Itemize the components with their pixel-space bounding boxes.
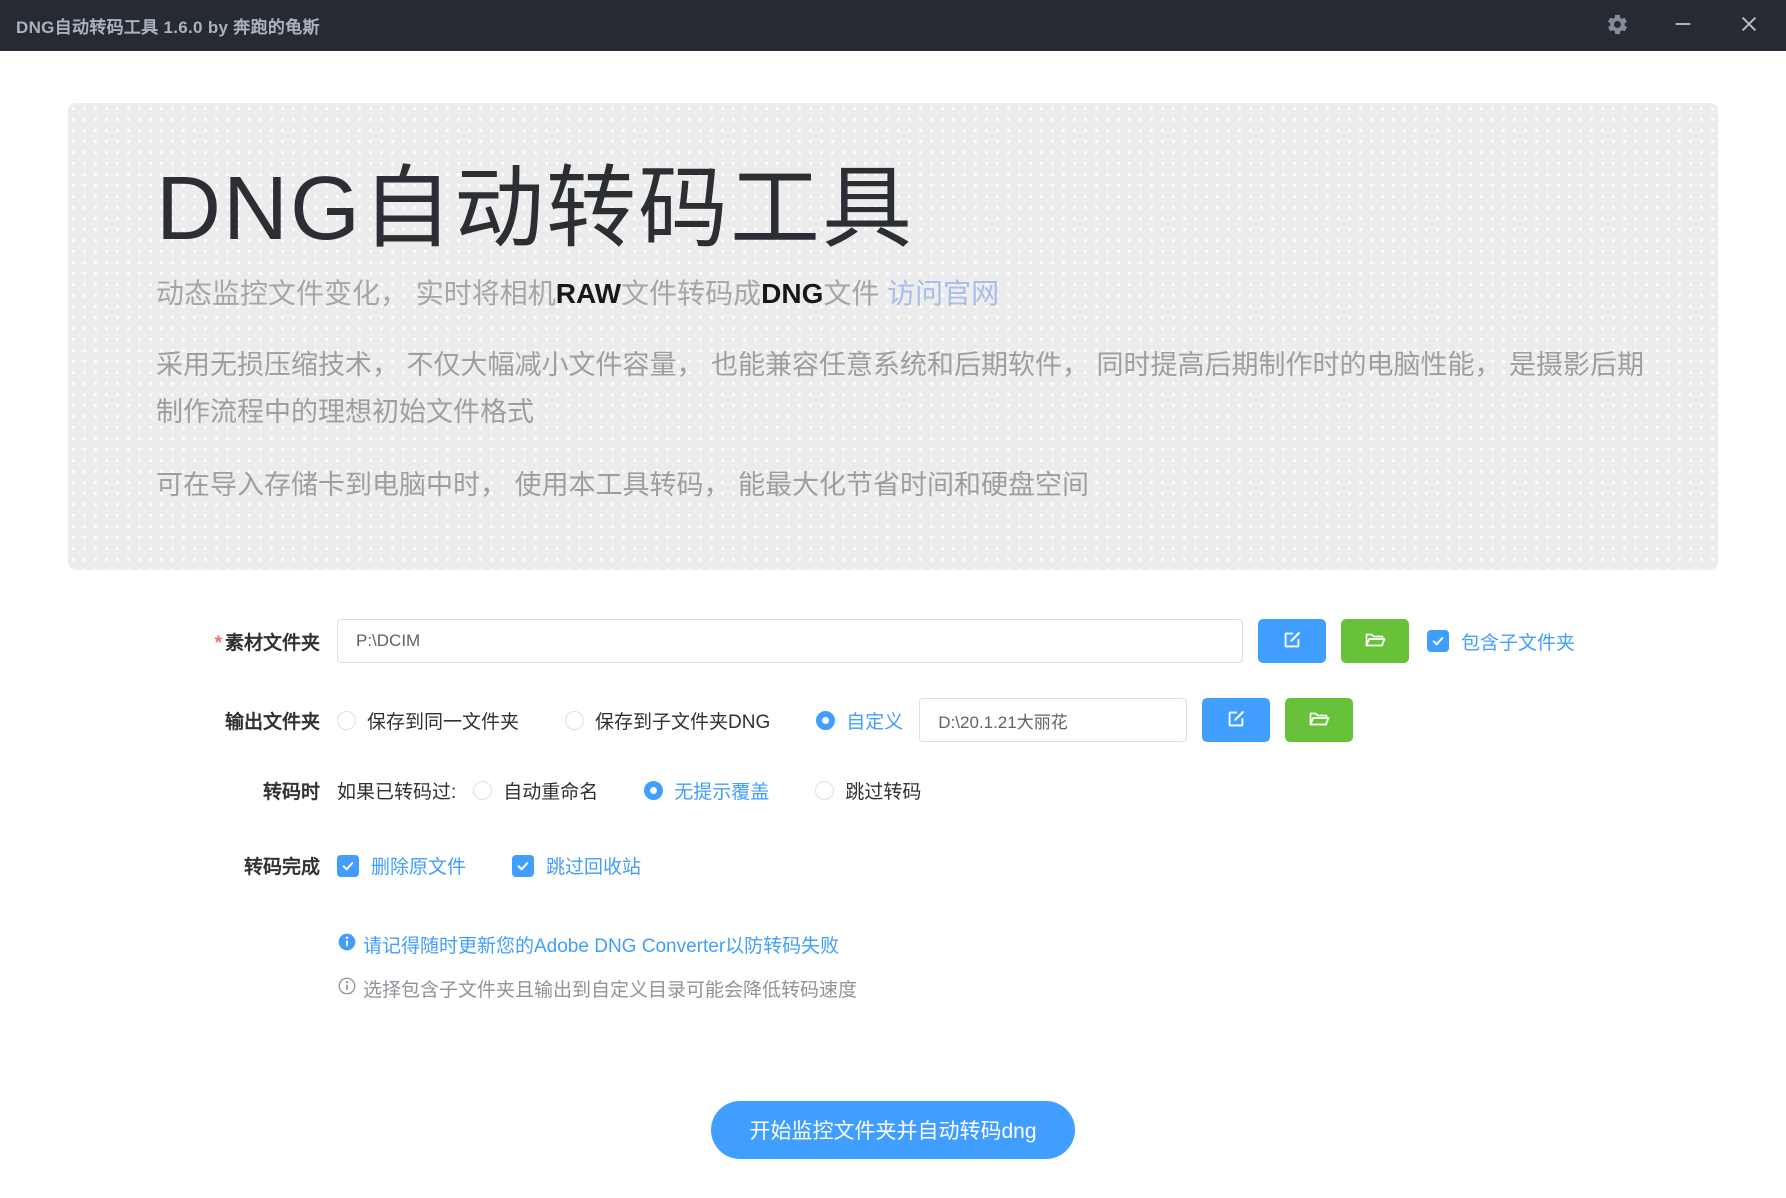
start-monitoring-button[interactable]: 开始监控文件夹并自动转码dng xyxy=(711,1101,1074,1159)
info-filled-icon xyxy=(337,932,363,958)
window-title: DNG自动转码工具 1.6.0 by 奔跑的龟斯 xyxy=(16,13,320,38)
subtitle-raw: RAW xyxy=(556,278,621,309)
source-folder-label: *素材文件夹 xyxy=(0,628,320,655)
checkbox-check-icon xyxy=(1427,630,1449,652)
edit-icon xyxy=(1225,708,1247,733)
source-browse-button[interactable] xyxy=(1341,619,1409,663)
output-browse-button[interactable] xyxy=(1285,698,1353,742)
skip-recycle-label: 跳过回收站 xyxy=(546,852,641,879)
radio-custom-folder[interactable]: 自定义 xyxy=(816,707,903,734)
info-outline-icon xyxy=(337,976,363,1002)
edit-icon xyxy=(1281,629,1303,654)
radio-selected-icon xyxy=(644,781,663,800)
output-folder-row: 输出文件夹 保存到同一文件夹 保存到子文件夹DNG 自定义 xyxy=(0,698,1786,742)
action-area: 开始监控文件夹并自动转码dng xyxy=(0,1101,1786,1159)
subtitle-mid: 文件转码成 xyxy=(621,278,761,309)
source-edit-button[interactable] xyxy=(1258,619,1326,663)
close-button[interactable] xyxy=(1736,13,1762,39)
close-icon xyxy=(1738,13,1760,38)
custom-output-input[interactable] xyxy=(919,698,1187,742)
delete-original-checkbox[interactable]: 删除原文件 xyxy=(337,852,466,879)
official-site-link[interactable]: 访问官网 xyxy=(887,278,999,309)
settings-button[interactable] xyxy=(1604,13,1630,39)
complete-row-label: 转码完成 xyxy=(0,852,320,879)
minimize-icon xyxy=(1672,13,1694,38)
output-edit-button[interactable] xyxy=(1202,698,1270,742)
skip-recycle-checkbox[interactable]: 跳过回收站 xyxy=(512,852,641,879)
radio-save-same-folder[interactable]: 保存到同一文件夹 xyxy=(337,707,519,734)
folder-open-icon xyxy=(1363,628,1387,655)
radio-icon xyxy=(815,781,834,800)
gear-icon xyxy=(1606,13,1629,39)
transcode-conflict-row: 转码时 如果已转码过: 自动重命名 无提示覆盖 跳过转码 xyxy=(0,777,1786,804)
tip-speed-warning: 选择包含子文件夹且输出到自定义目录可能会降低转码速度 xyxy=(337,975,1786,1002)
checkbox-check-icon xyxy=(512,855,534,877)
titlebar: DNG自动转码工具 1.6.0 by 奔跑的龟斯 xyxy=(0,0,1786,51)
page-title: DNG自动转码工具 xyxy=(156,158,1648,262)
subtitle-dng: DNG xyxy=(761,278,823,309)
output-folder-label: 输出文件夹 xyxy=(0,707,320,734)
hero-paragraph-1: 采用无损压缩技术， 不仅大幅减小文件容量， 也能兼容任意系统和后期软件， 同时提… xyxy=(156,342,1648,436)
tip-update-converter: 请记得随时更新您的Adobe DNG Converter以防转码失败 xyxy=(337,931,1786,958)
radio-skip-transcode[interactable]: 跳过转码 xyxy=(815,777,921,804)
radio-icon xyxy=(473,781,492,800)
settings-form: *素材文件夹 包含子文件夹 输出文件夹 xyxy=(0,619,1786,879)
titlebar-actions xyxy=(1604,13,1762,39)
transcode-row-label: 转码时 xyxy=(0,777,320,804)
radio-icon xyxy=(565,711,584,730)
hero-paragraph-2: 可在导入存储卡到电脑中时， 使用本工具转码， 能最大化节省时间和硬盘空间 xyxy=(156,462,1648,509)
radio-overwrite-silent[interactable]: 无提示覆盖 xyxy=(644,777,769,804)
hero-subtitle: 动态监控文件变化， 实时将相机RAW文件转码成DNG文件 访问官网 xyxy=(156,272,1648,312)
include-subfolders-label: 包含子文件夹 xyxy=(1461,628,1575,655)
hero-panel: DNG自动转码工具 动态监控文件变化， 实时将相机RAW文件转码成DNG文件 访… xyxy=(68,103,1718,570)
source-folder-row: *素材文件夹 包含子文件夹 xyxy=(0,619,1786,663)
radio-auto-rename[interactable]: 自动重命名 xyxy=(473,777,598,804)
include-subfolders-checkbox[interactable]: 包含子文件夹 xyxy=(1427,628,1575,655)
required-asterisk: * xyxy=(215,633,222,654)
subtitle-text: 动态监控文件变化， 实时将相机 xyxy=(156,278,556,309)
radio-selected-icon xyxy=(816,711,835,730)
subtitle-post: 文件 xyxy=(823,278,887,309)
radio-save-subfolder-dng[interactable]: 保存到子文件夹DNG xyxy=(565,707,770,734)
minimize-button[interactable] xyxy=(1670,13,1696,39)
delete-original-label: 删除原文件 xyxy=(371,852,466,879)
transcode-complete-row: 转码完成 删除原文件 跳过回收站 xyxy=(0,852,1786,879)
checkbox-check-icon xyxy=(337,855,359,877)
already-transcoded-prefix: 如果已转码过: xyxy=(337,777,456,804)
tips-section: 请记得随时更新您的Adobe DNG Converter以防转码失败 选择包含子… xyxy=(337,931,1786,1002)
source-folder-input[interactable] xyxy=(337,619,1243,663)
radio-icon xyxy=(337,711,356,730)
folder-open-icon xyxy=(1307,707,1331,734)
